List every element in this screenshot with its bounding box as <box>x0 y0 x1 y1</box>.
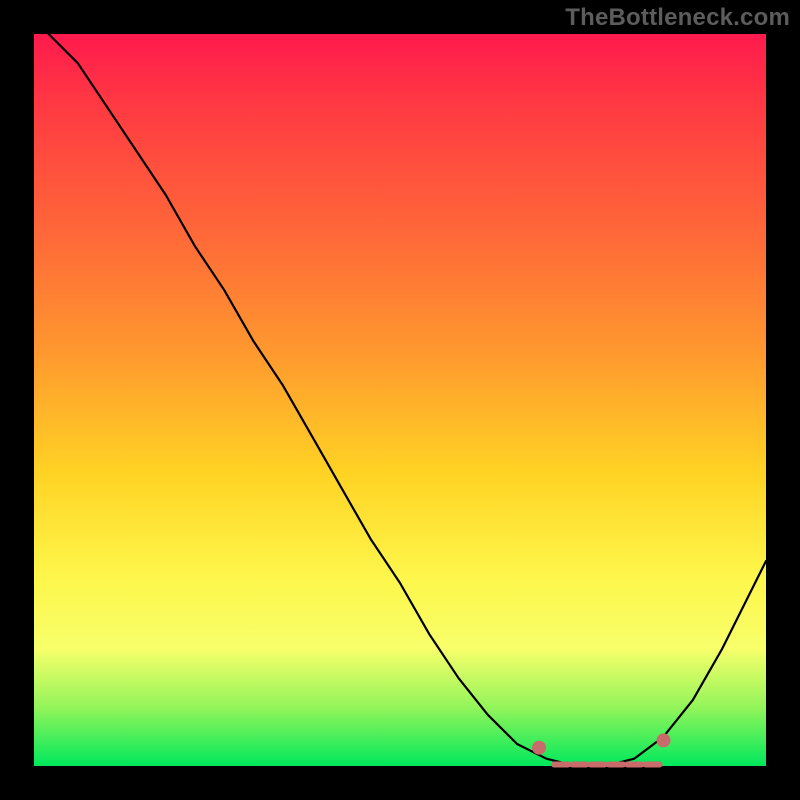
chart-frame: TheBottleneck.com <box>0 0 800 800</box>
marker-dot <box>532 741 546 755</box>
bottleneck-curve <box>49 34 766 766</box>
watermark-text: TheBottleneck.com <box>565 4 790 32</box>
gradient-plot-area <box>34 34 766 766</box>
optimal-zone-end-dots <box>532 733 670 754</box>
marker-dot <box>657 733 671 747</box>
plot-svg <box>34 34 766 766</box>
